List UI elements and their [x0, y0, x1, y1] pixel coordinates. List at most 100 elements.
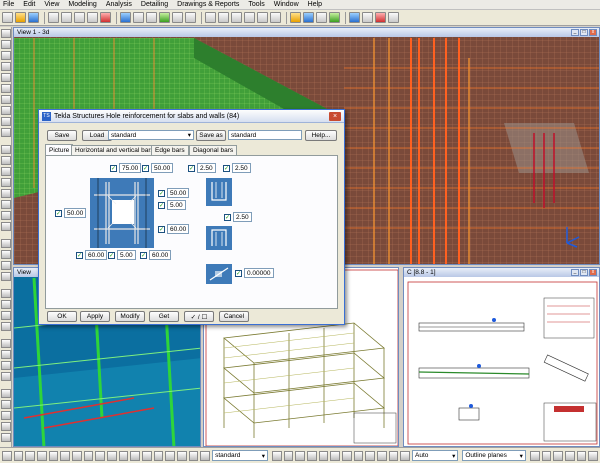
right-1-value[interactable]: 50.00	[167, 188, 190, 198]
bolt-icon[interactable]	[1, 145, 11, 154]
menu-help[interactable]: Help	[308, 1, 322, 8]
filter-icon[interactable]	[342, 450, 352, 461]
ok-button[interactable]: OK	[47, 311, 77, 322]
panel-icon[interactable]	[1, 106, 11, 115]
maximize-icon[interactable]: □	[580, 269, 588, 276]
snap-toggle-icon[interactable]	[142, 450, 152, 461]
maximize-icon[interactable]: □	[580, 29, 588, 36]
top-right-value[interactable]: 50.00	[151, 163, 174, 173]
diagonal-value[interactable]: 0.00000	[244, 268, 274, 278]
right-2-value[interactable]: 5.00	[167, 200, 186, 210]
bottom-1-value[interactable]: 60.00	[85, 250, 108, 260]
menu-analysis[interactable]: Analysis	[106, 1, 132, 8]
snap-toggle-icon[interactable]	[153, 450, 164, 461]
clash-check-icon[interactable]	[375, 12, 386, 23]
zoom-icon[interactable]	[133, 12, 144, 23]
edge-b-value[interactable]: 2.50	[232, 163, 251, 173]
construction-circle-icon[interactable]	[1, 361, 11, 370]
tab-edge-bars[interactable]: Edge bars	[151, 145, 189, 155]
close-icon[interactable]: x	[589, 269, 597, 276]
filter-icon[interactable]	[353, 450, 364, 461]
drawing-multi-icon[interactable]	[1, 433, 11, 442]
filter-icon[interactable]	[377, 450, 387, 461]
delete-icon[interactable]	[100, 12, 111, 23]
menu-window[interactable]: Window	[274, 1, 299, 8]
snap-toggle-icon[interactable]	[37, 450, 47, 461]
drawing-assembly-icon[interactable]	[1, 411, 11, 420]
grid-icon[interactable]	[185, 12, 196, 23]
save-as-button[interactable]: Save as	[196, 130, 226, 141]
ortho-icon[interactable]	[564, 450, 575, 461]
get-button[interactable]: Get	[149, 311, 179, 322]
snap-toggle-icon[interactable]	[118, 450, 129, 461]
tab-horizontal-vertical-bars[interactable]: Horizontal and vertical bars	[71, 145, 158, 155]
ortho-icon[interactable]	[553, 450, 563, 461]
menu-tools[interactable]: Tools	[248, 1, 264, 8]
measure-icon[interactable]	[172, 12, 183, 23]
rotate-icon[interactable]	[159, 12, 170, 23]
snap-toggle-icon[interactable]	[177, 450, 187, 461]
save-button[interactable]: Save	[47, 130, 77, 141]
rebar-mesh-icon[interactable]	[1, 222, 11, 231]
drawing-cast-unit-icon[interactable]	[1, 422, 11, 431]
snap-toggle-icon[interactable]	[83, 450, 94, 461]
minimize-icon[interactable]: _	[571, 269, 579, 276]
slab-icon[interactable]	[1, 95, 11, 104]
brace-icon[interactable]	[1, 73, 11, 82]
snap-toggle-icon[interactable]	[72, 450, 82, 461]
rebar-icon[interactable]	[1, 200, 11, 209]
detach-icon[interactable]	[1, 250, 11, 259]
ortho-icon[interactable]	[576, 450, 587, 461]
top-left-value[interactable]: 75.00	[119, 163, 142, 173]
save-icon[interactable]	[28, 12, 39, 23]
chamfer-icon[interactable]	[1, 189, 11, 198]
bottom-3-value[interactable]: 60.00	[149, 250, 172, 260]
snap-toggle-icon[interactable]	[165, 450, 176, 461]
footing-icon[interactable]	[1, 117, 11, 126]
report-icon[interactable]	[388, 12, 399, 23]
menu-file[interactable]: File	[3, 1, 14, 8]
menu-view[interactable]: View	[44, 1, 59, 8]
components-icon[interactable]	[349, 12, 360, 23]
cut-part-icon[interactable]	[1, 167, 11, 176]
edge-a-value[interactable]: 2.50	[197, 163, 216, 173]
snap-mode-select[interactable]: Auto ▾	[412, 450, 459, 461]
checkbox-edge-b[interactable]: ✓	[223, 164, 230, 172]
right-view-titlebar[interactable]: C [8.8 - 1] _ □ x	[404, 268, 599, 277]
save-as-field[interactable]: standard	[228, 130, 302, 140]
menu-edit[interactable]: Edit	[23, 1, 35, 8]
copy-icon[interactable]	[87, 12, 98, 23]
strip-footing-icon[interactable]	[1, 128, 11, 137]
grid-create-icon[interactable]	[1, 372, 11, 381]
checkbox-edge-c[interactable]: ✓	[224, 213, 231, 221]
undo-icon[interactable]	[48, 12, 59, 23]
new-icon[interactable]	[2, 12, 13, 23]
attach-icon[interactable]	[1, 239, 11, 248]
lock-icon[interactable]	[529, 450, 540, 461]
snap-end-icon[interactable]	[218, 12, 229, 23]
filter-icon[interactable]	[318, 450, 329, 461]
snap-toggle-icon[interactable]	[188, 450, 199, 461]
filter-icon[interactable]	[330, 450, 340, 461]
edge-c-value[interactable]: 2.50	[233, 212, 252, 222]
snap-toggle-icon[interactable]	[200, 450, 211, 461]
dialog-titlebar[interactable]: TS Tekla Structures Hole reinforcement f…	[39, 110, 344, 123]
work-plane-icon[interactable]	[290, 12, 301, 23]
apply-button[interactable]: Apply	[80, 311, 110, 322]
fit-icon[interactable]	[1, 178, 11, 187]
cancel-button[interactable]: Cancel	[219, 311, 249, 322]
polybeam-icon[interactable]	[1, 51, 11, 60]
main-view-titlebar[interactable]: View 1 - 3d _ □ x	[14, 28, 599, 37]
preset-select[interactable]: standard ▾	[108, 130, 194, 140]
plate-icon[interactable]	[1, 84, 11, 93]
filter-icon[interactable]	[271, 450, 282, 461]
beam-icon[interactable]	[1, 40, 11, 49]
snap-toggle-icon[interactable]	[95, 450, 106, 461]
checkbox-edge-a[interactable]: ✓	[188, 164, 195, 172]
weld-icon[interactable]	[1, 156, 11, 165]
checkbox-diagonal[interactable]: ✓	[235, 269, 242, 277]
area-load-icon[interactable]	[1, 311, 11, 320]
checkbox-bottom-1[interactable]: ✓	[76, 251, 83, 259]
uniform-load-icon[interactable]	[1, 322, 11, 331]
redo-icon[interactable]	[61, 12, 72, 23]
